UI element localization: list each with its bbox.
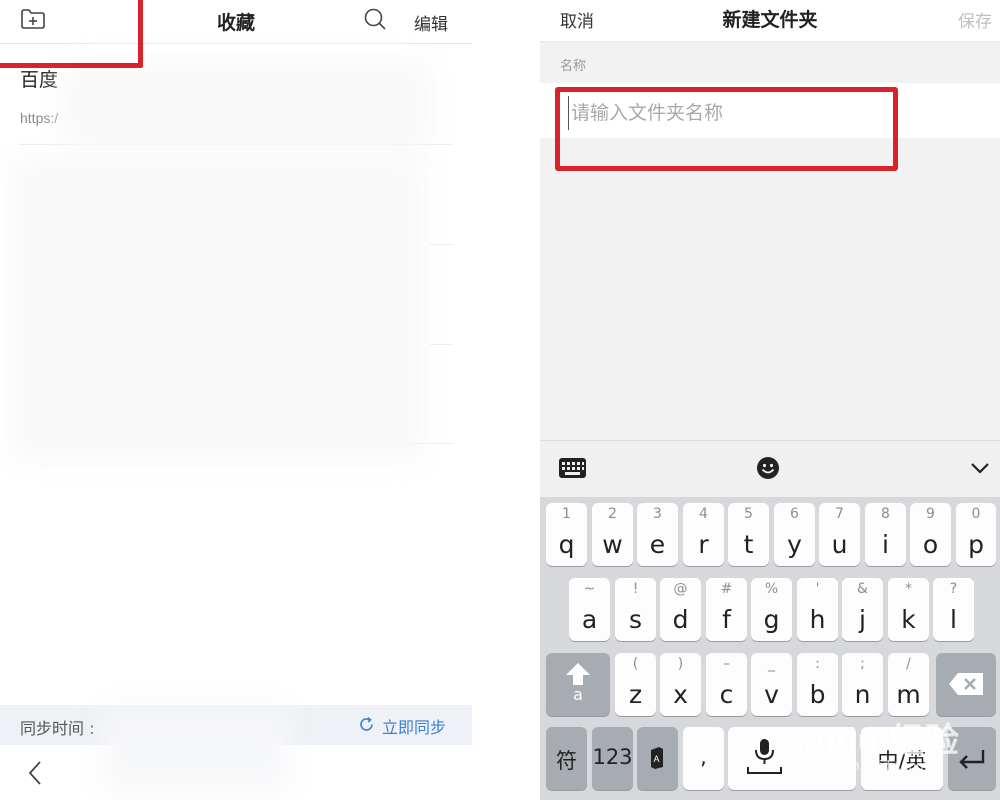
- keyboard-key[interactable]: % g: [751, 578, 792, 641]
- keyboard-key[interactable]: ; n: [842, 653, 883, 716]
- name-label: 名称: [560, 59, 587, 74]
- list-divider: [430, 344, 452, 345]
- keyboard-key[interactable]: 7u: [819, 503, 860, 566]
- keyboard-key[interactable]: 6y: [774, 503, 815, 566]
- search-icon[interactable]: [363, 7, 387, 31]
- favorites-screen: 收藏 编辑 百度 https:/ 同步时间 : 立即同步: [0, 0, 472, 800]
- page-title: 收藏: [216, 12, 255, 34]
- keyboard-key[interactable]: ' h: [797, 578, 838, 641]
- watermark-logo: Baidu 经验: [780, 722, 960, 760]
- keyboard-key[interactable]: 3e: [637, 503, 678, 566]
- keyboard-key[interactable]: _ v: [751, 653, 792, 716]
- redacted-area: [12, 160, 422, 460]
- keyboard-key[interactable]: 2w: [592, 503, 633, 566]
- watermark-url: jingyan.baidu.com: [815, 757, 928, 773]
- keyboard-key[interactable]: # f: [706, 578, 747, 641]
- keyboard-key[interactable]: 5t: [728, 503, 769, 566]
- keyboard-key[interactable]: 1q: [546, 503, 587, 566]
- emoji-icon[interactable]: [756, 456, 780, 480]
- keyboard-key[interactable]: ! s: [615, 578, 656, 641]
- keyboard-icon[interactable]: [558, 457, 587, 479]
- keyboard-key[interactable]: (z: [615, 653, 656, 716]
- backspace-key[interactable]: [936, 653, 996, 716]
- sync-icon[interactable]: [358, 716, 375, 733]
- sync-now-button[interactable]: 立即同步: [382, 714, 446, 738]
- keyboard-key[interactable]: ) x: [660, 653, 701, 716]
- sync-time-label: 同步时间 :: [20, 719, 95, 738]
- keyboard-key[interactable]: 8i: [865, 503, 906, 566]
- redacted-area: [64, 60, 430, 150]
- number-key[interactable]: 123: [592, 727, 633, 790]
- highlight-box: [0, 0, 143, 68]
- highlight-box: [555, 87, 898, 171]
- back-icon[interactable]: [26, 760, 46, 786]
- keyboard-key[interactable]: & j: [842, 578, 883, 641]
- save-button[interactable]: 保存: [958, 7, 992, 32]
- keyboard-key[interactable]: 9o: [910, 503, 951, 566]
- keyboard-key[interactable]: @ d: [660, 578, 701, 641]
- keyboard-key[interactable]: 4r: [683, 503, 724, 566]
- comma-key[interactable]: ,: [683, 727, 724, 790]
- keyboard-key[interactable]: – c: [706, 653, 747, 716]
- page-title: 新建文件夹: [722, 9, 818, 31]
- key-glyph: A: [654, 754, 660, 764]
- keyboard-key[interactable]: 0p: [956, 503, 996, 566]
- list-divider: [430, 244, 452, 245]
- redacted-area: [104, 707, 288, 791]
- symbol-key[interactable]: 符: [546, 727, 587, 790]
- cancel-button[interactable]: 取消: [560, 7, 594, 32]
- keyboard-key[interactable]: / m: [888, 653, 929, 716]
- input-method-key[interactable]: A: [637, 727, 678, 790]
- keyboard-key[interactable]: * k: [888, 578, 929, 641]
- keyboard-key[interactable]: ~ a: [569, 578, 610, 641]
- edit-button[interactable]: 编辑: [414, 10, 448, 35]
- keyboard-key[interactable]: ? l: [933, 578, 974, 641]
- new-folder-screen: 取消 新建文件夹 保存 名称 1q 2w 3e 4r 5: [540, 0, 1000, 800]
- shift-key[interactable]: a: [546, 653, 610, 716]
- chevron-down-icon[interactable]: [970, 460, 990, 476]
- bookmark-url: https:/: [20, 110, 59, 126]
- bookmark-title[interactable]: 百度: [20, 65, 58, 92]
- keyboard-key[interactable]: :b: [797, 653, 838, 716]
